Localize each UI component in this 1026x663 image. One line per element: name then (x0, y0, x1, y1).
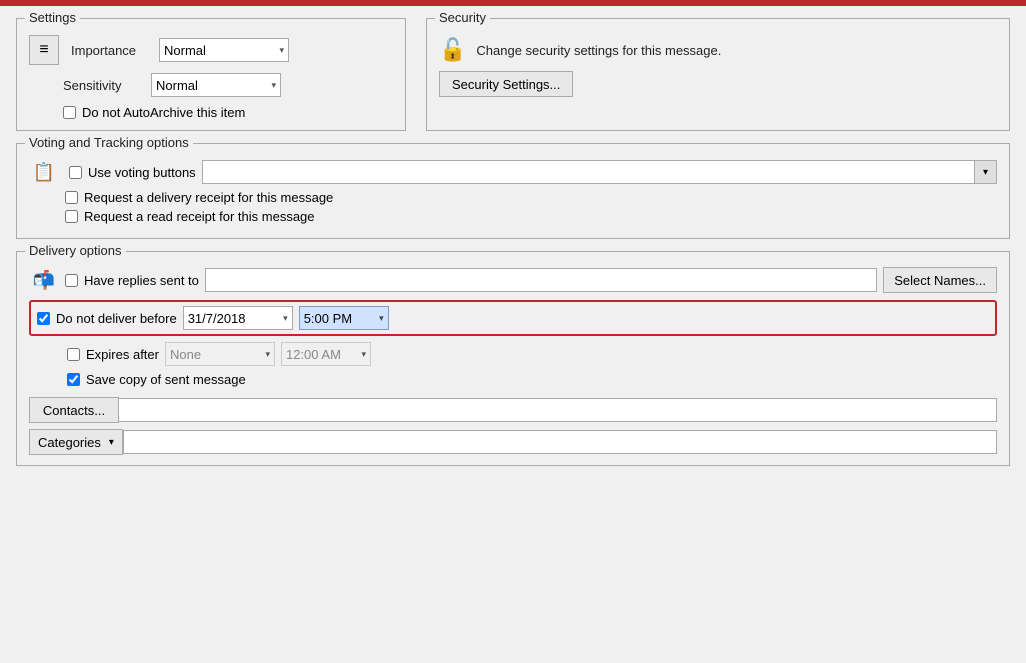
expires-checkbox[interactable] (67, 348, 80, 361)
voting-group-title: Voting and Tracking options (25, 135, 193, 150)
settings-icon: ≡ (29, 35, 59, 65)
expires-date-value: None (170, 347, 265, 362)
contacts-row: Contacts... (29, 397, 997, 423)
expires-time-value: 12:00 AM (286, 347, 361, 362)
importance-label: Importance (71, 43, 151, 58)
sensitivity-row: Sensitivity Normal ▾ (63, 73, 393, 97)
sensitivity-label: Sensitivity (63, 78, 143, 93)
voting-input-container: ▾ (202, 160, 997, 184)
delivery-receipt-row: Request a delivery receipt for this mess… (65, 190, 997, 205)
autoarchive-label: Do not AutoArchive this item (82, 105, 245, 120)
contacts-categories-section: Contacts... Categories ▾ None (29, 397, 997, 455)
sensitivity-value: Normal (156, 78, 271, 93)
deliver-time-arrow: ▾ (379, 313, 384, 324)
expires-time-dropdown: 12:00 AM ▾ (281, 342, 371, 366)
expires-label: Expires after (86, 347, 159, 362)
security-description: Change security settings for this messag… (476, 43, 721, 58)
have-replies-input[interactable] (205, 268, 877, 292)
use-voting-row: 📋 Use voting buttons ▾ (29, 158, 997, 186)
deliver-date-arrow: ▾ (283, 313, 288, 324)
importance-row: ≡ Importance Normal ▾ (29, 35, 393, 65)
security-button-row: Security Settings... (439, 71, 997, 97)
security-group-title: Security (435, 10, 490, 25)
do-not-deliver-label: Do not deliver before (56, 311, 177, 326)
deliver-date-value: 31/7/2018 (188, 311, 283, 326)
use-voting-label: Use voting buttons (88, 165, 196, 180)
save-copy-label: Save copy of sent message (86, 372, 246, 387)
voting-icon: 📋 (29, 158, 59, 186)
read-receipt-checkbox[interactable] (65, 210, 78, 223)
have-replies-checkbox[interactable] (65, 274, 78, 287)
sensitivity-dropdown[interactable]: Normal ▾ (151, 73, 281, 97)
voting-content: 📋 Use voting buttons ▾ Request a deliver… (29, 158, 997, 224)
categories-arrow: ▾ (109, 437, 114, 448)
voting-buttons-input[interactable] (202, 160, 975, 184)
deliver-time-dropdown[interactable]: 5:00 PM ▾ (299, 306, 389, 330)
expires-row: Expires after None ▾ 12:00 AM ▾ (67, 342, 997, 366)
expires-date-dropdown: None ▾ (165, 342, 275, 366)
save-copy-checkbox[interactable] (67, 373, 80, 386)
read-receipt-row: Request a read receipt for this message (65, 209, 997, 224)
importance-arrow: ▾ (279, 45, 284, 56)
delivery-content: 📬 Have replies sent to Select Names... D… (29, 266, 997, 455)
importance-value: Normal (164, 43, 279, 58)
top-section: Settings ≡ Importance Normal ▾ Sensitivi… (16, 18, 1010, 131)
settings-group: Settings ≡ Importance Normal ▾ Sensitivi… (16, 18, 406, 131)
categories-button[interactable]: Categories ▾ (29, 429, 123, 455)
deliver-time-value: 5:00 PM (304, 311, 375, 326)
categories-row: Categories ▾ None (29, 429, 997, 455)
categories-label: Categories (38, 435, 101, 450)
have-replies-label: Have replies sent to (84, 273, 199, 288)
contacts-button[interactable]: Contacts... (29, 397, 119, 423)
sensitivity-arrow: ▾ (271, 80, 276, 91)
settings-group-title: Settings (25, 10, 80, 25)
voting-buttons-dropdown-btn[interactable]: ▾ (975, 160, 997, 184)
use-voting-checkbox[interactable] (69, 166, 82, 179)
do-not-deliver-checkbox[interactable] (37, 312, 50, 325)
expires-time-arrow: ▾ (361, 349, 366, 360)
voting-group: Voting and Tracking options 📋 Use voting… (16, 143, 1010, 239)
contacts-input[interactable] (119, 398, 997, 422)
delivery-receipt-label: Request a delivery receipt for this mess… (84, 190, 333, 205)
delivery-group: Delivery options 📬 Have replies sent to … (16, 251, 1010, 466)
delivery-receipt-checkbox[interactable] (65, 191, 78, 204)
expires-date-arrow: ▾ (265, 349, 270, 360)
security-desc-row: 🔓 Change security settings for this mess… (439, 37, 997, 63)
autoarchive-row: Do not AutoArchive this item (63, 105, 393, 120)
delivery-icon: 📬 (29, 266, 59, 294)
do-not-deliver-row: Do not deliver before 31/7/2018 ▾ 5:00 P… (29, 300, 997, 336)
deliver-date-dropdown[interactable]: 31/7/2018 ▾ (183, 306, 293, 330)
security-group: Security 🔓 Change security settings for … (426, 18, 1010, 131)
security-settings-button[interactable]: Security Settings... (439, 71, 573, 97)
importance-dropdown[interactable]: Normal ▾ (159, 38, 289, 62)
read-receipt-label: Request a read receipt for this message (84, 209, 315, 224)
main-container: Settings ≡ Importance Normal ▾ Sensitivi… (0, 6, 1026, 663)
security-lock-icon: 🔓 (439, 37, 466, 63)
autoarchive-checkbox[interactable] (63, 106, 76, 119)
have-replies-row: 📬 Have replies sent to Select Names... (29, 266, 997, 294)
security-content: 🔓 Change security settings for this mess… (439, 27, 997, 97)
categories-input[interactable]: None (123, 430, 997, 454)
save-copy-row: Save copy of sent message (67, 372, 997, 387)
delivery-group-title: Delivery options (25, 243, 126, 258)
select-names-button[interactable]: Select Names... (883, 267, 997, 293)
